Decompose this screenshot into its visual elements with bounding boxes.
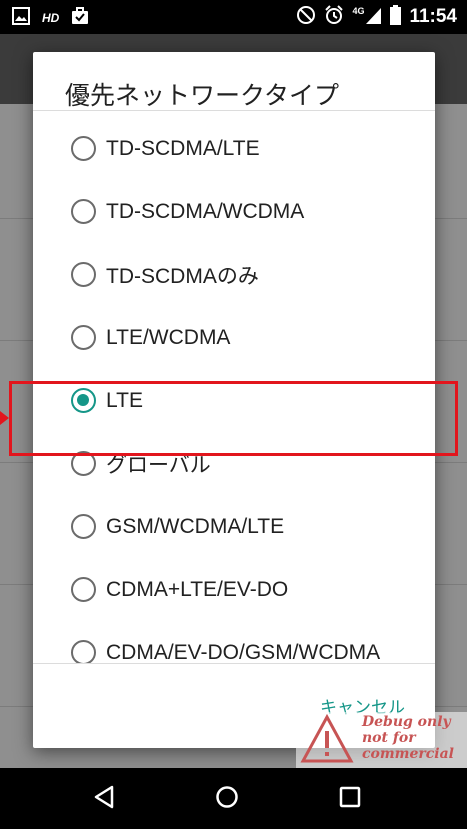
network-option[interactable]: TD-SCDMA/WCDMA (33, 180, 435, 243)
radio-unchecked-icon[interactable] (71, 640, 96, 663)
footer-divider (33, 663, 435, 664)
radio-unchecked-icon[interactable] (71, 514, 96, 539)
watermark-line: commercial (362, 746, 455, 762)
watermark: Debug only not for commercial (296, 712, 467, 768)
network-option[interactable]: CDMA/EV-DO/GSM/WCDMA (33, 621, 435, 663)
back-icon (93, 785, 115, 813)
radio-unchecked-icon[interactable] (71, 577, 96, 602)
network-option-label: TD-SCDMA/WCDMA (106, 199, 305, 223)
network-option[interactable]: TD-SCDMA/LTE (33, 117, 435, 180)
network-type-label: 4G (352, 6, 365, 16)
battery-icon (390, 5, 402, 29)
network-option-label: LTE/WCDMA (106, 325, 231, 349)
radio-unchecked-icon[interactable] (71, 325, 96, 350)
hd-indicator: HD (42, 11, 60, 25)
network-option-label: TD-SCDMAのみ (106, 264, 259, 288)
network-option-label: CDMA+LTE/EV-DO (106, 577, 289, 601)
clock: 11:54 (409, 6, 457, 27)
signal-icon (366, 5, 382, 29)
highlight-box (9, 381, 458, 456)
briefcase-check-icon (71, 7, 89, 29)
network-option[interactable]: LTE/WCDMA (33, 306, 435, 369)
home-button[interactable] (211, 783, 243, 815)
dialog-title: 優先ネットワークタイプ (65, 81, 340, 110)
watermark-text: Debug only not for commercial (362, 714, 454, 762)
pointer-arrow (0, 411, 9, 425)
radio-unchecked-icon[interactable] (71, 136, 96, 161)
network-option[interactable]: CDMA+LTE/EV-DO (33, 558, 435, 621)
warning-icon (300, 713, 354, 768)
network-option-label: GSM/WCDMA/LTE (106, 514, 285, 538)
navigation-bar (0, 768, 467, 829)
radio-unchecked-icon[interactable] (71, 199, 96, 224)
network-option-label: TD-SCDMA/LTE (106, 136, 260, 160)
network-option[interactable]: TD-SCDMAのみ (33, 243, 435, 306)
do-not-disturb-icon (296, 5, 316, 29)
recents-button[interactable] (334, 783, 366, 815)
network-option[interactable]: GSM/WCDMA/LTE (33, 495, 435, 558)
watermark-line: not for (362, 730, 416, 746)
back-button[interactable] (88, 783, 120, 815)
watermark-line: Debug only (362, 714, 451, 730)
image-icon (12, 7, 30, 29)
network-option[interactable]: TD-SCDMA/GSM (33, 110, 435, 117)
network-option-label: CDMA/EV-DO/GSM/WCDMA (106, 640, 381, 664)
recents-icon (339, 786, 361, 812)
status-bar: HD 4G 11:54 (0, 0, 467, 34)
alarm-icon (324, 5, 344, 29)
radio-unchecked-icon[interactable] (71, 262, 96, 287)
home-icon (215, 785, 239, 813)
